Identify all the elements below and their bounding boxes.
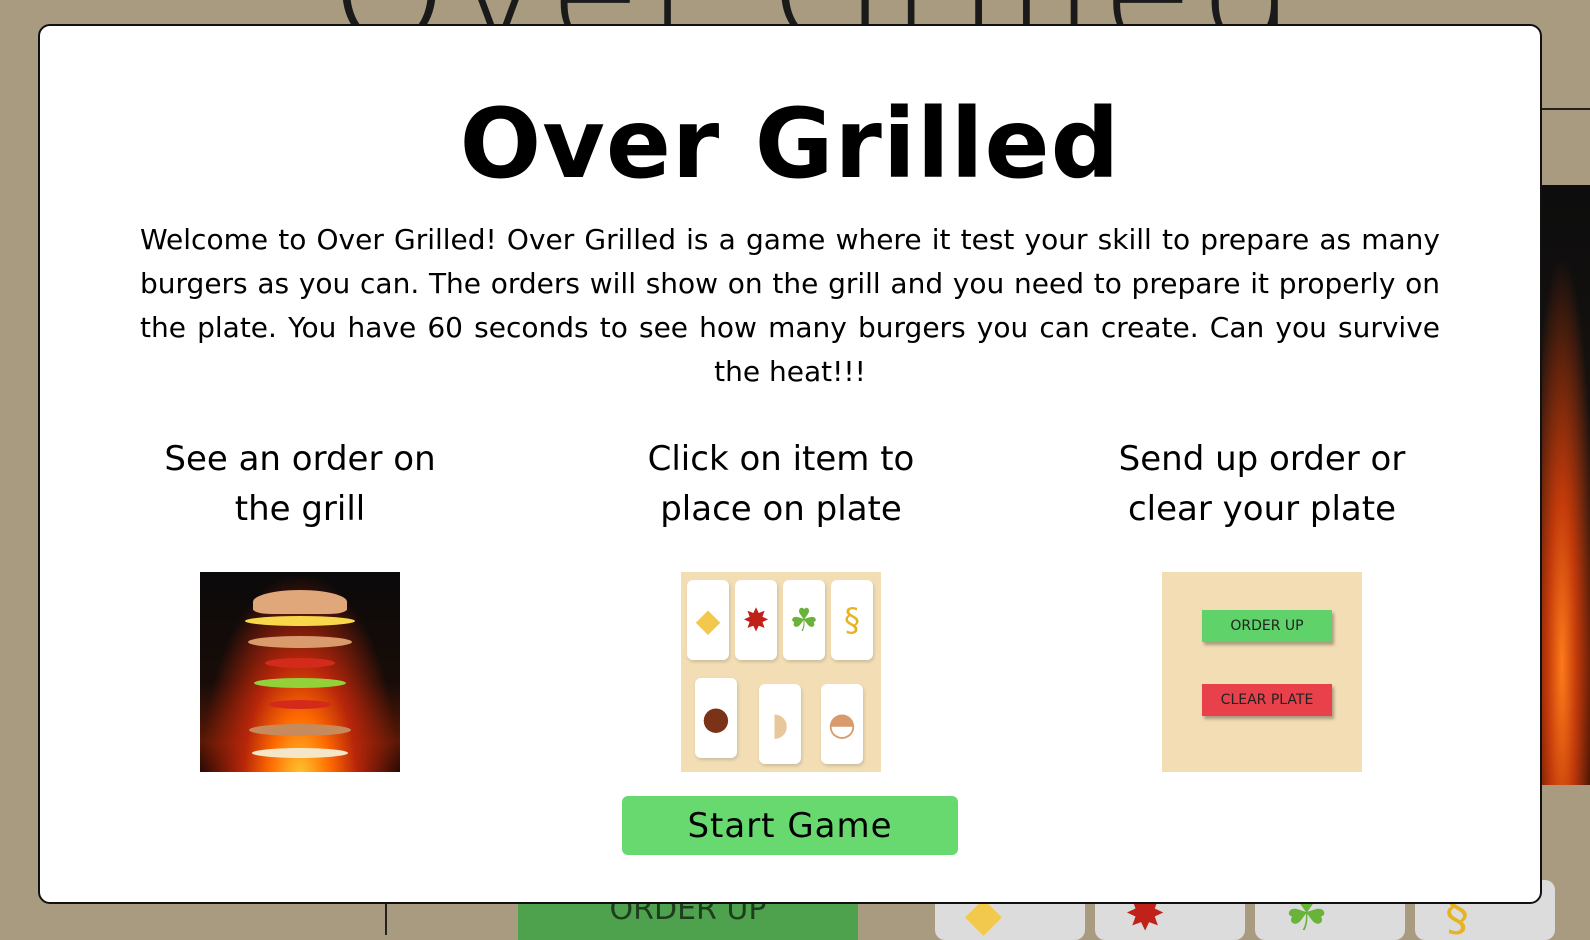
cheese-icon: ◆ bbox=[687, 580, 729, 660]
start-game-button[interactable]: Start Game bbox=[622, 796, 958, 855]
ketchup-layer-icon-2 bbox=[268, 700, 332, 709]
top-bun-icon: ◓ bbox=[821, 684, 863, 764]
burger-on-grill-image bbox=[200, 572, 400, 772]
bun-layer-icon bbox=[248, 636, 352, 648]
top-bun-icon bbox=[253, 590, 347, 614]
mustard-icon: § bbox=[831, 580, 873, 660]
example-order-up-button: ORDER UP bbox=[1202, 610, 1332, 642]
lettuce-layer-icon bbox=[254, 678, 346, 688]
step-caption: Send up order or clear your plate bbox=[1118, 439, 1406, 529]
step-caption: Click on item to place on plate bbox=[647, 439, 915, 529]
step-caption: See an order on the grill bbox=[164, 439, 436, 529]
cheese-layer-icon bbox=[245, 616, 355, 626]
example-clear-plate-button: CLEAR PLATE bbox=[1202, 684, 1332, 716]
plate-layer-icon bbox=[252, 748, 348, 758]
step-see-order: See an order on the grill bbox=[120, 434, 480, 772]
patty-icon: ● bbox=[695, 678, 737, 758]
ingredient-cards-image: ◆ ✸ ☘ § ● ◗ ◓ bbox=[681, 572, 881, 772]
instructions-modal: Over Grilled Welcome to Over Grilled! Ov… bbox=[38, 24, 1542, 904]
intro-text: Welcome to Over Grilled! Over Grilled is… bbox=[140, 223, 1440, 388]
ketchup-layer-icon bbox=[265, 658, 335, 668]
step-click-item: Click on item to place on plate ◆ ✸ ☘ § … bbox=[601, 434, 961, 772]
modal-title: Over Grilled bbox=[459, 88, 1121, 200]
lettuce-icon: ☘ bbox=[783, 580, 825, 660]
bottom-bun-icon: ◗ bbox=[759, 684, 801, 764]
step-send-order: Send up order or clear your plate ORDER … bbox=[1082, 434, 1442, 772]
ketchup-icon: ✸ bbox=[735, 580, 777, 660]
order-buttons-image: ORDER UP CLEAR PLATE bbox=[1162, 572, 1362, 772]
bottom-bun-icon bbox=[249, 724, 351, 736]
